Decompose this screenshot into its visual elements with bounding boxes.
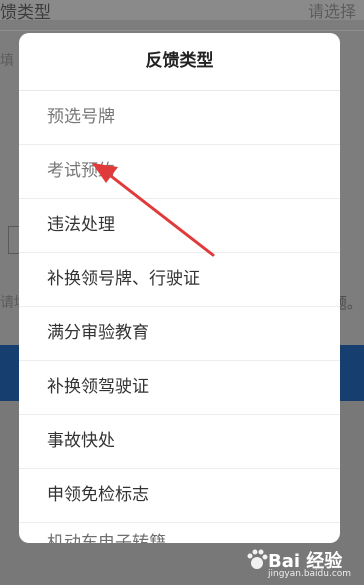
dialog-title: 反馈类型 (19, 33, 340, 91)
option-item[interactable]: 事故快处 (19, 415, 340, 469)
option-item[interactable]: 补换领号牌、行驶证 (19, 253, 340, 307)
option-list: 预选号牌 考试预约 违法处理 补换领号牌、行驶证 满分审验教育 补换领驾驶证 事… (19, 91, 340, 543)
background-divider (0, 30, 364, 31)
paw-icon (247, 549, 268, 569)
option-item[interactable]: 满分审验教育 (19, 307, 340, 361)
option-item[interactable]: 补换领驾驶证 (19, 361, 340, 415)
option-item[interactable]: 预选号牌 (19, 91, 340, 145)
background-fill-hint: 填 (0, 53, 14, 69)
watermark-site: jingyan.baidu.com (268, 569, 352, 579)
option-item[interactable]: 申领免检标志 (19, 469, 340, 523)
option-item[interactable]: 考试预约 (19, 145, 340, 199)
background-header-row: 馈类型 请选择 (0, 0, 364, 23)
option-item[interactable]: 机动车电子转籍 (19, 523, 340, 543)
background-field-label: 馈类型 (0, 3, 51, 23)
feedback-type-dialog: 反馈类型 预选号牌 考试预约 违法处理 补换领号牌、行驶证 满分审验教育 补换领… (19, 33, 340, 543)
watermark-logo: Bai 经验 jingyan.baidu.com (246, 545, 356, 581)
screen: 馈类型 请选择 填 请填 题。 反馈类型 预选号牌 考试预约 违法处理 补换领号… (0, 0, 364, 585)
option-item[interactable]: 违法处理 (19, 199, 340, 253)
background-select-placeholder[interactable]: 请选择 (308, 0, 356, 22)
